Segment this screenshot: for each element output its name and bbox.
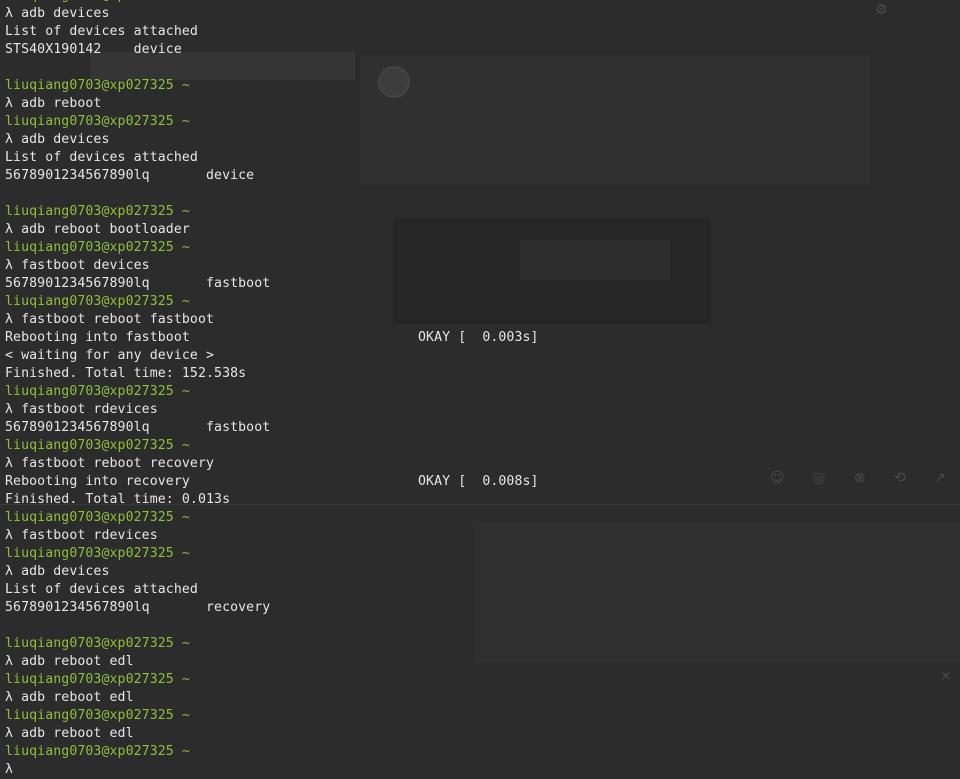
status-okay: OKAY [ 0.008s] bbox=[418, 474, 539, 489]
prompt-line: liuqiang0703@xp027325 ~ bbox=[5, 384, 190, 399]
command-line: λ fastboot reboot recovery bbox=[5, 456, 215, 471]
command-line: λ fastboot rdevices bbox=[5, 528, 158, 543]
prompt-line: liuqiang0703@xp027325 ~ bbox=[5, 708, 190, 723]
command-line: λ adb reboot edl bbox=[5, 690, 134, 705]
command-line: λ fastboot reboot fastboot bbox=[5, 312, 215, 327]
status-okay: OKAY [ 0.003s] bbox=[418, 330, 539, 345]
output-line: STS40X190142 device bbox=[5, 42, 182, 57]
command-line: λ adb reboot bootloader bbox=[5, 222, 190, 237]
prompt-line: liuqiang0703@xp027325 ~ bbox=[5, 204, 190, 219]
output-line: Finished. Total time: 152.538s bbox=[5, 366, 247, 381]
command-line: λ adb devices bbox=[5, 6, 110, 21]
output-line: List of devices attached bbox=[5, 582, 198, 597]
command-line: λ adb reboot edl bbox=[5, 726, 134, 741]
prompt-line: liuqiang0703@xp027325 ~ bbox=[5, 438, 190, 453]
output-line: List of devices attached bbox=[5, 24, 198, 39]
output-line: List of devices attached bbox=[5, 150, 198, 165]
prompt-line: liuqiang0703@xp027325 ~ bbox=[5, 744, 190, 759]
output-line: 5678901234567890lq device bbox=[5, 168, 255, 183]
prompt-line: liuqiang0703@xp027325 ~ bbox=[5, 510, 190, 525]
command-line: λ adb devices bbox=[5, 564, 110, 579]
prompt-line: liuqiang0703@xp027325 ~ bbox=[5, 78, 190, 93]
output-line: < waiting for any device > bbox=[5, 348, 215, 363]
output-line: 5678901234567890lq fastboot bbox=[5, 420, 271, 435]
output-line: 5678901234567890lq fastboot bbox=[5, 276, 271, 291]
output-line: 5678901234567890lq recovery bbox=[5, 600, 271, 615]
command-line: λ adb reboot edl bbox=[5, 654, 134, 669]
prompt-line: liuqiang0703@xp027325 ~ bbox=[5, 546, 190, 561]
command-line: λ adb reboot bbox=[5, 96, 102, 111]
prompt-line: liuqiang0703@xp027325 ~ bbox=[5, 672, 190, 687]
prompt-line: liuqiang0703@xp027325 ~ bbox=[5, 636, 190, 651]
prompt-line: liuqiang0703@xp027325 ~ bbox=[5, 240, 190, 255]
command-line: λ fastboot devices bbox=[5, 258, 150, 273]
command-line: λ adb devices bbox=[5, 132, 110, 147]
output-line: Rebooting into recovery OKAY [ 0.008s] bbox=[5, 474, 539, 489]
command-line: λ bbox=[5, 762, 14, 777]
output-line: Rebooting into fastboot OKAY [ 0.003s] bbox=[5, 330, 539, 345]
output-line: Finished. Total time: 0.013s bbox=[5, 492, 231, 507]
prompt-line: liuqiang0703@xp027325 ~ bbox=[5, 294, 190, 309]
command-line: λ fastboot rdevices bbox=[5, 402, 158, 417]
terminal-output[interactable]: liuqiang0703@xp027325 ~ λ adb devices List… bbox=[5, 0, 960, 779]
prompt-line: liuqiang0703@xp027325 ~ bbox=[5, 114, 190, 129]
